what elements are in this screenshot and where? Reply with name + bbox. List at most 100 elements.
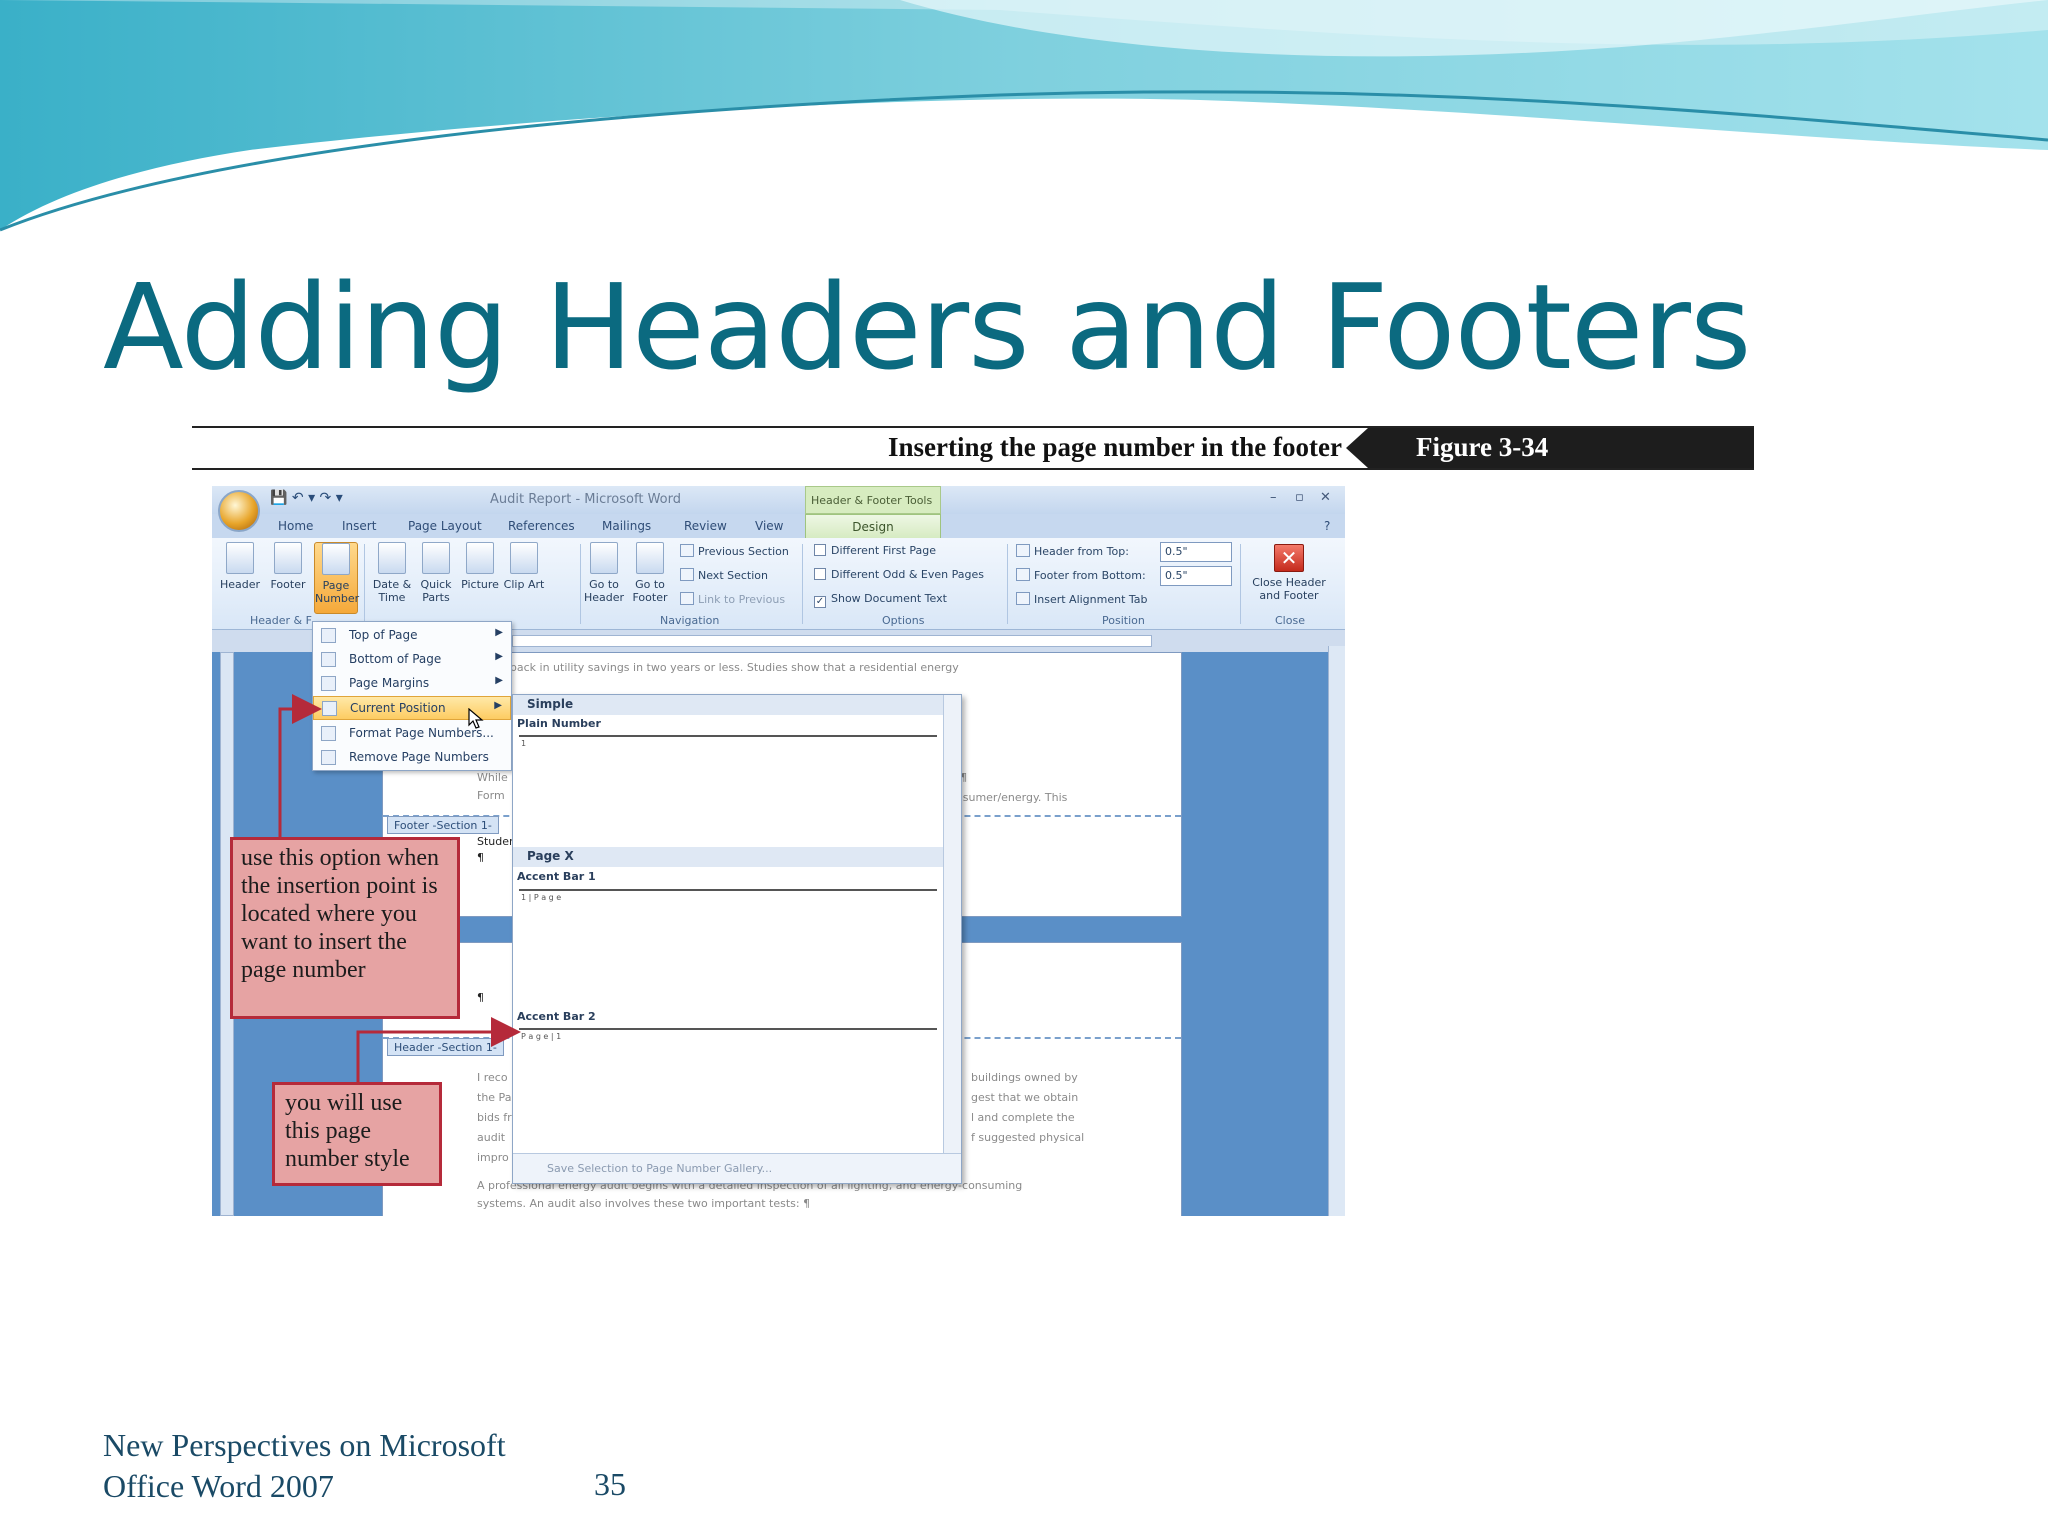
close-icon[interactable]: ✕: [1320, 490, 1331, 505]
gallery-item-accent-bar-2[interactable]: P a g e | 1: [519, 1028, 937, 1148]
slide-title: Adding Headers and Footers: [103, 258, 1751, 396]
page-number-gallery: Simple Plain Number 1 Page X Accent Bar …: [512, 694, 962, 1184]
go-to-header-button[interactable]: Go to Header: [582, 542, 626, 604]
vertical-scrollbar[interactable]: [1328, 646, 1345, 1216]
previous-section-icon: [680, 544, 694, 557]
insert-alignment-tab-button[interactable]: Insert Alignment Tab: [1016, 592, 1148, 606]
different-first-page-checkbox[interactable]: Different First Page: [814, 544, 936, 557]
figure-caption: Inserting the page number in the footer: [888, 432, 1342, 462]
document-text: While: [477, 771, 508, 784]
link-to-previous-button[interactable]: Link to Previous: [680, 592, 785, 606]
tab-home[interactable]: Home: [278, 519, 313, 533]
tab-mailings[interactable]: Mailings: [602, 519, 651, 533]
document-text: impro: [477, 1151, 509, 1164]
quick-parts-button[interactable]: Quick Parts: [414, 542, 458, 604]
go-to-header-icon: [590, 542, 618, 574]
pilcrow: ¶: [477, 851, 484, 864]
footer-from-bottom-input[interactable]: 0.5": [1160, 566, 1232, 586]
submenu-arrow-icon: ▶: [495, 675, 503, 686]
page-icon: [322, 701, 337, 716]
footer-from-bottom-label: Footer from Bottom:: [1016, 568, 1146, 582]
header-icon: [226, 542, 254, 574]
document-text: systems. An audit also involves these tw…: [477, 1197, 811, 1210]
link-icon: [680, 592, 694, 605]
footer-button[interactable]: Footer: [266, 542, 310, 591]
wave-decoration: [0, 0, 2048, 232]
menu-item-page-margins[interactable]: Page Margins ▶: [313, 672, 511, 696]
tab-review[interactable]: Review: [684, 519, 727, 533]
ribbon-tabs: Home Insert Page Layout References Maili…: [212, 514, 1345, 538]
save-selection-to-gallery[interactable]: Save Selection to Page Number Gallery...: [513, 1153, 961, 1183]
header-button[interactable]: Header: [218, 542, 262, 591]
footer-position-icon: [1016, 568, 1030, 581]
alignment-tab-icon: [1016, 592, 1030, 605]
picture-icon: [466, 542, 494, 574]
footer-line-2: Office Word 2007: [103, 1468, 334, 1504]
tab-design[interactable]: Design: [805, 514, 941, 538]
menu-item-top-of-page[interactable]: Top of Page ▶: [313, 624, 511, 648]
title-bar: 💾 ↶ ▾ ↷ ▾ Audit Report - Microsoft Word …: [212, 486, 1345, 514]
pilcrow: ¶: [477, 991, 484, 1004]
group-separator: [580, 544, 581, 624]
slide-page-number: 35: [594, 1466, 626, 1502]
calendar-icon: [378, 542, 406, 574]
document-text: Form: [477, 789, 505, 802]
page-icon: [321, 652, 336, 667]
figure-label: Figure 3-34: [1346, 428, 1754, 468]
header-section-tag: Header -Section 1-: [387, 1038, 504, 1056]
group-separator: [1007, 544, 1008, 624]
show-document-text-checkbox[interactable]: ✓ Show Document Text: [814, 592, 947, 608]
document-text: bids fr: [477, 1111, 512, 1124]
page-number-button[interactable]: Page Number: [314, 542, 359, 614]
minimize-icon[interactable]: –: [1270, 490, 1277, 505]
gallery-label-plain-number: Plain Number: [517, 717, 601, 730]
document-text: f suggested physical: [971, 1131, 1085, 1144]
context-tab-title: Header & Footer Tools: [805, 486, 941, 514]
tab-references[interactable]: References: [508, 519, 575, 533]
document-text: gest that we obtain: [971, 1091, 1079, 1104]
gallery-item-plain-number[interactable]: 1: [519, 735, 937, 845]
picture-button[interactable]: Picture: [458, 542, 502, 591]
help-icon[interactable]: ?: [1324, 519, 1330, 533]
previous-section-button[interactable]: Previous Section: [680, 544, 789, 558]
close-x-icon: ✕: [1274, 544, 1304, 572]
clip-art-icon: [510, 542, 538, 574]
window-title: Audit Report - Microsoft Word: [490, 492, 681, 507]
next-section-button[interactable]: Next Section: [680, 568, 768, 582]
submenu-arrow-icon: ▶: [494, 700, 502, 711]
document-text: the Pa: [477, 1091, 512, 1104]
tab-page-layout[interactable]: Page Layout: [408, 519, 482, 533]
ribbon: Header Footer Page Number Date & Time Qu…: [212, 538, 1345, 630]
gallery-item-accent-bar-1[interactable]: 1 | P a g e: [519, 889, 937, 999]
restore-icon[interactable]: ▫: [1295, 490, 1304, 505]
group-label-header-footer: Header & F: [250, 614, 312, 627]
footer-section-tag: Footer -Section 1-: [387, 816, 499, 834]
gallery-section-simple: Simple: [513, 695, 943, 715]
go-to-footer-button[interactable]: Go to Footer: [628, 542, 672, 604]
document-text: audit: [477, 1131, 506, 1144]
tab-insert[interactable]: Insert: [342, 519, 376, 533]
document-text: Studer: [477, 835, 514, 848]
quick-access-toolbar[interactable]: 💾 ↶ ▾ ↷ ▾: [270, 490, 343, 506]
submenu-arrow-icon: ▶: [495, 627, 503, 638]
group-separator: [802, 544, 803, 624]
clip-art-button[interactable]: Clip Art: [502, 542, 546, 591]
tab-view[interactable]: View: [755, 519, 783, 533]
submenu-arrow-icon: ▶: [495, 651, 503, 662]
slide-footer: New Perspectives on Microsoft Office Wor…: [103, 1425, 506, 1507]
gallery-label-accent-bar-2: Accent Bar 2: [517, 1010, 596, 1023]
different-odd-even-checkbox[interactable]: Different Odd & Even Pages: [814, 568, 984, 581]
page-icon: [321, 628, 336, 643]
office-button[interactable]: [218, 490, 260, 532]
header-position-icon: [1016, 544, 1030, 557]
header-from-top-label: Header from Top:: [1016, 544, 1129, 558]
remove-icon: [321, 750, 336, 765]
menu-item-remove-page-numbers[interactable]: Remove Page Numbers: [313, 746, 511, 770]
gallery-scrollbar[interactable]: [943, 695, 961, 1153]
gallery-label-accent-bar-1: Accent Bar 1: [517, 870, 596, 883]
footer-icon: [274, 542, 302, 574]
close-header-footer-button[interactable]: ✕ Close Header and Footer: [1244, 542, 1334, 602]
header-from-top-input[interactable]: 0.5": [1160, 542, 1232, 562]
date-time-button[interactable]: Date & Time: [370, 542, 414, 604]
menu-item-bottom-of-page[interactable]: Bottom of Page ▶: [313, 648, 511, 672]
